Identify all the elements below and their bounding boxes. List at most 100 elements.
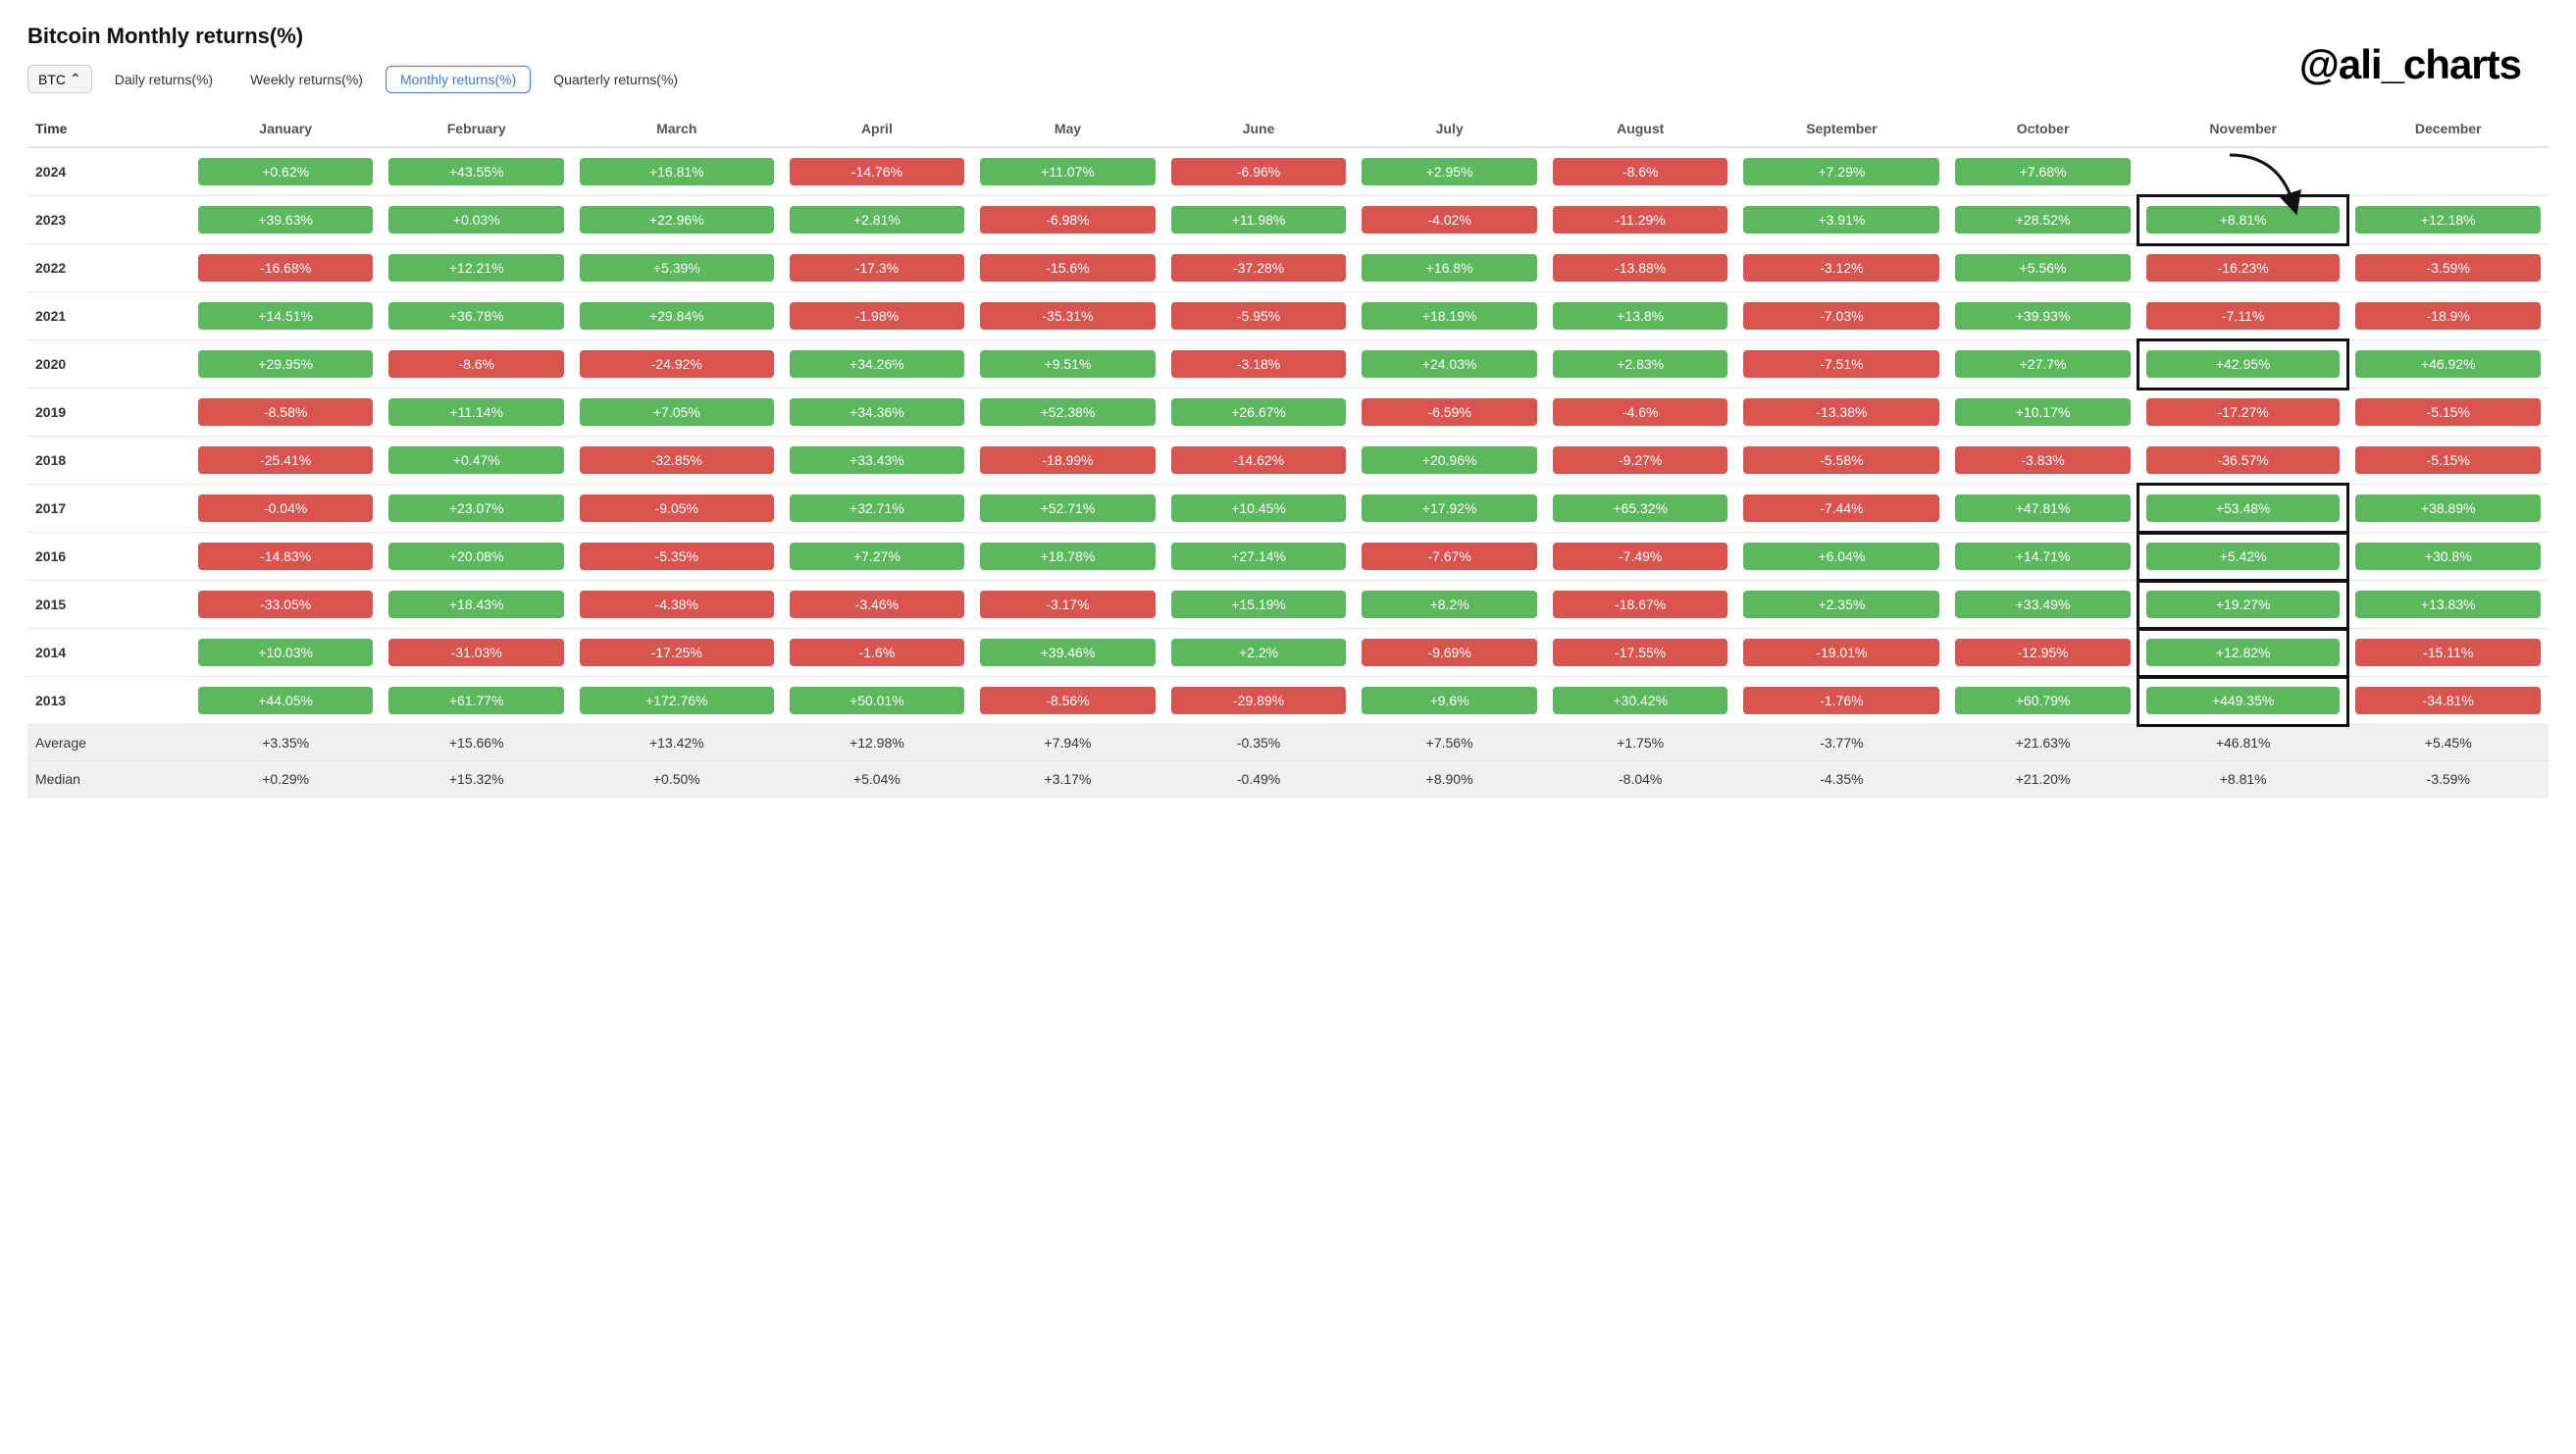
average-cell: +7.94% xyxy=(972,725,1163,761)
table-cell: +0.03% xyxy=(381,196,572,244)
average-cell: -0.35% xyxy=(1163,725,1355,761)
tab-quarterly[interactable]: Quarterly returns(%) xyxy=(539,66,693,93)
table-cell: +13.8% xyxy=(1545,292,1736,340)
table-cell: +22.96% xyxy=(572,196,782,244)
col-time: Time xyxy=(27,111,190,147)
table-cell: -8.58% xyxy=(190,389,382,437)
table-cell: +2.2% xyxy=(1163,629,1355,677)
col-april: April xyxy=(782,111,973,147)
col-december: December xyxy=(2347,111,2549,147)
table-cell: +39.63% xyxy=(190,196,382,244)
table-cell: -36.57% xyxy=(2138,437,2348,485)
returns-table-wrap: Time January February March April May Ju… xyxy=(27,111,2549,798)
table-cell: +10.45% xyxy=(1163,485,1355,533)
table-cell: +34.36% xyxy=(782,389,973,437)
table-cell: -17.55% xyxy=(1545,629,1736,677)
table-cell: +8.2% xyxy=(1354,581,1545,629)
table-cell: +18.78% xyxy=(972,533,1163,581)
col-september: September xyxy=(1735,111,1947,147)
table-cell: -3.46% xyxy=(782,581,973,629)
table-cell: +30.42% xyxy=(1545,677,1736,725)
table-cell: +16.81% xyxy=(572,147,782,196)
tab-weekly[interactable]: Weekly returns(%) xyxy=(235,66,378,93)
table-cell: +33.43% xyxy=(782,437,973,485)
table-cell: +28.52% xyxy=(1947,196,2138,244)
table-cell: -29.89% xyxy=(1163,677,1355,725)
table-cell: +17.92% xyxy=(1354,485,1545,533)
table-cell: -14.76% xyxy=(782,147,973,196)
col-august: August xyxy=(1545,111,1736,147)
table-cell: +11.14% xyxy=(381,389,572,437)
table-cell: +27.7% xyxy=(1947,340,2138,389)
table-row: 2013+44.05%+61.77%+172.76%+50.01%-8.56%-… xyxy=(27,677,2549,725)
table-cell: -13.38% xyxy=(1735,389,1947,437)
table-cell: +2.35% xyxy=(1735,581,1947,629)
table-cell: -7.44% xyxy=(1735,485,1947,533)
table-cell: +50.01% xyxy=(782,677,973,725)
table-cell: -7.67% xyxy=(1354,533,1545,581)
table-cell: +14.51% xyxy=(190,292,382,340)
table-cell: -24.92% xyxy=(572,340,782,389)
median-cell: +0.50% xyxy=(572,761,782,798)
btc-selector[interactable]: BTC ⌃ xyxy=(27,65,92,93)
table-cell: -15.6% xyxy=(972,244,1163,292)
table-cell: -19.01% xyxy=(1735,629,1947,677)
table-cell: -9.27% xyxy=(1545,437,1736,485)
table-cell: +12.82% xyxy=(2138,629,2348,677)
table-row: 2018-25.41%+0.47%-32.85%+33.43%-18.99%-1… xyxy=(27,437,2549,485)
table-row: 2024+0.62%+43.55%+16.81%-14.76%+11.07%-6… xyxy=(27,147,2549,196)
btc-label: BTC xyxy=(38,72,66,87)
table-cell: +172.76% xyxy=(572,677,782,725)
table-cell: -9.05% xyxy=(572,485,782,533)
table-cell: -4.02% xyxy=(1354,196,1545,244)
table-cell: +44.05% xyxy=(190,677,382,725)
table-cell: +34.26% xyxy=(782,340,973,389)
table-cell: +5.42% xyxy=(2138,533,2348,581)
tab-monthly[interactable]: Monthly returns(%) xyxy=(386,66,531,93)
col-june: June xyxy=(1163,111,1355,147)
average-cell: +12.98% xyxy=(782,725,973,761)
table-cell: +32.71% xyxy=(782,485,973,533)
table-cell: +39.93% xyxy=(1947,292,2138,340)
table-cell: +39.46% xyxy=(972,629,1163,677)
table-row: 2019-8.58%+11.14%+7.05%+34.36%+52.38%+26… xyxy=(27,389,2549,437)
table-cell: +7.29% xyxy=(1735,147,1947,196)
table-cell xyxy=(2347,147,2549,196)
table-cell: +14.71% xyxy=(1947,533,2138,581)
table-cell: -7.11% xyxy=(2138,292,2348,340)
table-cell: -31.03% xyxy=(381,629,572,677)
table-cell: +7.27% xyxy=(782,533,973,581)
table-cell: +11.98% xyxy=(1163,196,1355,244)
table-cell: -34.81% xyxy=(2347,677,2549,725)
toolbar: BTC ⌃ Daily returns(%) Weekly returns(%)… xyxy=(27,65,2549,93)
table-cell: -5.35% xyxy=(572,533,782,581)
table-cell: -8.56% xyxy=(972,677,1163,725)
table-cell: +0.62% xyxy=(190,147,382,196)
table-cell: +6.04% xyxy=(1735,533,1947,581)
median-cell: -8.04% xyxy=(1545,761,1736,798)
table-row: 2014+10.03%-31.03%-17.25%-1.6%+39.46%+2.… xyxy=(27,629,2549,677)
table-cell: -3.18% xyxy=(1163,340,1355,389)
average-cell: +13.42% xyxy=(572,725,782,761)
median-cell: +8.90% xyxy=(1354,761,1545,798)
average-cell: +15.66% xyxy=(381,725,572,761)
average-cell: +21.63% xyxy=(1947,725,2138,761)
page-title: Bitcoin Monthly returns(%) xyxy=(27,24,2549,49)
table-cell: +5.39% xyxy=(572,244,782,292)
cell-year: 2013 xyxy=(27,677,190,725)
cell-year: 2020 xyxy=(27,340,190,389)
table-cell: -33.05% xyxy=(190,581,382,629)
table-cell: -25.41% xyxy=(190,437,382,485)
tab-daily[interactable]: Daily returns(%) xyxy=(100,66,228,93)
table-cell: -17.27% xyxy=(2138,389,2348,437)
table-row: 2016-14.83%+20.08%-5.35%+7.27%+18.78%+27… xyxy=(27,533,2549,581)
arrow-annotation xyxy=(2220,150,2308,219)
table-cell: +10.17% xyxy=(1947,389,2138,437)
median-label: Median xyxy=(27,761,190,798)
table-cell: -5.15% xyxy=(2347,437,2549,485)
table-cell: +52.38% xyxy=(972,389,1163,437)
col-october: October xyxy=(1947,111,2138,147)
table-row: 2023+39.63%+0.03%+22.96%+2.81%-6.98%+11.… xyxy=(27,196,2549,244)
table-cell: -3.59% xyxy=(2347,244,2549,292)
table-cell: +61.77% xyxy=(381,677,572,725)
